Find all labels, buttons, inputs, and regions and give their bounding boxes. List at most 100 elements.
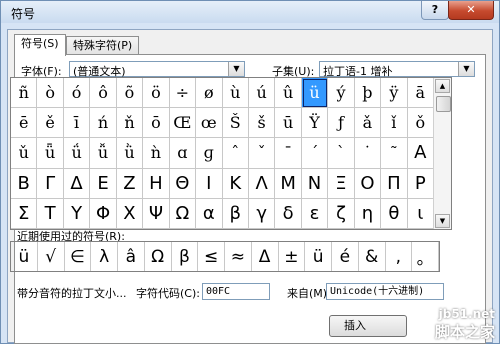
- recent-symbol-cell[interactable]: 。: [412, 242, 439, 271]
- symbol-cell[interactable]: ù: [222, 78, 249, 109]
- symbol-cell[interactable]: þ: [354, 78, 382, 109]
- scroll-thumb[interactable]: [436, 96, 451, 112]
- symbol-cell[interactable]: Μ: [275, 168, 302, 199]
- symbol-cell[interactable]: Φ: [90, 198, 117, 229]
- symbol-cell[interactable]: ˙: [354, 138, 382, 169]
- symbol-cell[interactable]: ô: [90, 78, 117, 109]
- symbol-cell[interactable]: ǹ: [143, 138, 170, 169]
- symbol-cell[interactable]: ǖ: [37, 138, 64, 169]
- symbol-cell[interactable]: ñ: [11, 78, 38, 109]
- symbol-cell[interactable]: ň: [116, 108, 144, 139]
- symbol-cell[interactable]: œ: [196, 108, 223, 139]
- recent-symbols-row[interactable]: ü √ ∈ λ â Ωβ ≤ ≈ Δ ± ü é &,。: [10, 241, 440, 272]
- chevron-down-icon[interactable]: ▼: [228, 62, 244, 76]
- symbol-cell[interactable]: Χ: [116, 198, 144, 229]
- help-button[interactable]: ?: [421, 1, 449, 20]
- symbol-cell[interactable]: ε: [301, 198, 329, 229]
- symbol-cell[interactable]: Ζ: [116, 168, 144, 199]
- tab-symbols[interactable]: 符号(S): [14, 34, 66, 56]
- symbol-cell[interactable]: ē: [11, 108, 38, 139]
- symbol-cell[interactable]: Ν: [301, 168, 329, 199]
- symbol-cell[interactable]: ˆ: [222, 138, 249, 169]
- symbol-grid-scrollbar[interactable]: ▲ ▼: [433, 78, 451, 229]
- symbol-cell[interactable]: Κ: [222, 168, 249, 199]
- symbol-cell[interactable]: ú: [248, 78, 276, 109]
- recent-symbol-cell[interactable]: √: [38, 242, 65, 271]
- symbol-cell[interactable]: θ: [381, 198, 408, 229]
- symbol-cell[interactable]: õ: [116, 78, 144, 109]
- recent-symbol-cell[interactable]: β: [172, 242, 199, 271]
- symbol-cell[interactable]: ÷: [169, 78, 197, 109]
- symbol-cell[interactable]: ˊ: [301, 138, 329, 169]
- symbol-cell[interactable]: Σ: [11, 198, 38, 229]
- subset-select[interactable]: 拉丁语-1 增补 ▼: [319, 61, 475, 78]
- symbol-cell[interactable]: ƒ: [328, 108, 355, 139]
- symbol-cell[interactable]: Ÿ: [301, 108, 329, 139]
- symbol-cell[interactable]: η: [354, 198, 382, 229]
- symbol-cell[interactable]: Ρ: [407, 168, 434, 199]
- symbol-cell[interactable]: ń: [90, 108, 117, 139]
- symbol-cell[interactable]: Ψ: [143, 198, 170, 229]
- symbol-cell[interactable]: Ο: [354, 168, 382, 199]
- font-select[interactable]: (普通文本) ▼: [69, 61, 245, 78]
- symbol-cell[interactable]: α: [196, 198, 223, 229]
- symbol-cell[interactable]: ī: [63, 108, 91, 139]
- symbol-cell[interactable]: Δ: [63, 168, 91, 199]
- insert-button[interactable]: 插入: [329, 315, 407, 337]
- symbol-cell[interactable]: Œ: [169, 108, 197, 139]
- symbol-cell[interactable]: ǜ: [116, 138, 144, 169]
- symbol-cell[interactable]: ū: [275, 108, 302, 139]
- char-code-input[interactable]: 00FC: [202, 283, 270, 300]
- recent-symbol-cell[interactable]: ±: [279, 242, 306, 271]
- symbol-cell[interactable]: Α: [407, 138, 434, 169]
- scroll-down-icon[interactable]: ▼: [435, 214, 450, 228]
- symbol-cell[interactable]: Λ: [248, 168, 276, 199]
- symbol-cell[interactable]: ÿ: [381, 78, 408, 109]
- symbol-cell[interactable]: ě: [37, 108, 64, 139]
- recent-symbol-cell[interactable]: Δ: [252, 242, 279, 271]
- symbol-cell[interactable]: Ι: [196, 168, 223, 199]
- symbol-cell[interactable]: ō: [143, 108, 170, 139]
- recent-symbol-cell[interactable]: é: [332, 242, 359, 271]
- title-bar[interactable]: 符号 ? ✕: [1, 1, 499, 23]
- recent-symbol-cell[interactable]: ,: [386, 242, 413, 271]
- symbol-cell[interactable]: ˜: [381, 138, 408, 169]
- recent-symbol-cell[interactable]: ü: [305, 242, 332, 271]
- symbol-cell[interactable]: Η: [143, 168, 170, 199]
- symbol-cell[interactable]: ǐ: [381, 108, 408, 139]
- symbol-cell[interactable]: Γ: [37, 168, 64, 199]
- recent-symbol-cell[interactable]: ≤: [198, 242, 225, 271]
- symbol-cell[interactable]: γ: [248, 198, 276, 229]
- symbol-cell[interactable]: û: [275, 78, 302, 109]
- symbol-cell[interactable]: ɑ: [169, 138, 197, 169]
- symbol-cell[interactable]: ǔ: [11, 138, 38, 169]
- symbol-cell[interactable]: β: [222, 198, 249, 229]
- symbol-cell[interactable]: ζ: [328, 198, 355, 229]
- recent-symbol-cell[interactable]: ∈: [65, 242, 92, 271]
- symbol-cell[interactable]: ˉ: [275, 138, 302, 169]
- symbol-cell[interactable]: δ: [275, 198, 302, 229]
- symbol-cell[interactable]: Ε: [90, 168, 117, 199]
- recent-symbol-cell[interactable]: &: [359, 242, 386, 271]
- recent-symbol-cell[interactable]: ü: [11, 242, 38, 271]
- recent-symbol-cell[interactable]: â: [118, 242, 145, 271]
- symbol-cell[interactable]: ü: [301, 78, 329, 109]
- symbol-grid[interactable]: ñ ò ó ô õ ö ÷ ø ù ú û ü ý þ ÿ ā ē ě ī ń ň ō Œœ Šš ū Ÿƒ ǎ ǐ ǒ ǔ ǖ ǘ ǚ ǜ ǹ ɑ ɡ…: [11, 78, 434, 229]
- symbol-cell[interactable]: ò: [37, 78, 64, 109]
- symbol-cell[interactable]: ǘ: [63, 138, 91, 169]
- symbol-cell[interactable]: ˋ: [328, 138, 355, 169]
- symbol-cell[interactable]: š: [248, 108, 276, 139]
- symbol-cell[interactable]: Π: [381, 168, 408, 199]
- symbol-cell[interactable]: Š: [222, 108, 249, 139]
- symbol-cell[interactable]: ý: [328, 78, 355, 109]
- scroll-up-icon[interactable]: ▲: [435, 79, 450, 93]
- tab-special-characters[interactable]: 特殊字符(P): [66, 36, 140, 55]
- symbol-cell[interactable]: ā: [407, 78, 434, 109]
- symbol-cell[interactable]: Ω: [169, 198, 197, 229]
- symbol-cell[interactable]: ǚ: [90, 138, 117, 169]
- chevron-down-icon[interactable]: ▼: [458, 62, 474, 76]
- recent-symbol-cell[interactable]: λ: [91, 242, 118, 271]
- recent-symbol-cell[interactable]: ≈: [225, 242, 252, 271]
- symbol-cell[interactable]: Ξ: [328, 168, 355, 199]
- symbol-cell[interactable]: ǎ: [354, 108, 382, 139]
